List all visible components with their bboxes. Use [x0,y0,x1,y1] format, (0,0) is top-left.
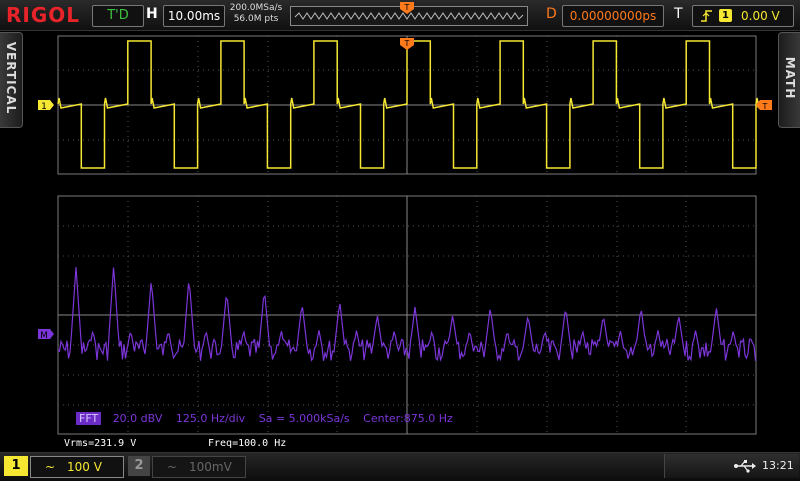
ch1-settings[interactable]: ~ 100 V [30,456,124,478]
ch1-scale: 100 V [67,460,102,474]
math-marker-label: M [40,331,48,341]
measurement-freq: Freq=100.0 Hz [208,438,287,449]
trigger-level-label: T [762,102,768,111]
fft-sample-rate: Sa = 5.000kSa/s [258,412,350,425]
trigger-position-marker[interactable]: T [400,38,414,50]
lower-grid [57,195,757,435]
ch1-offset-marker[interactable]: 1 [38,100,54,112]
clock: 13:21 [762,459,794,472]
fft-tag: FFT [76,412,102,425]
fft-center: Center:875.0 Hz [363,412,453,425]
fft-scale: 20.0 dBV [112,412,163,425]
trigger-position-label: T [404,39,410,48]
usb-icon [734,460,756,473]
fft-span: 125.0 Hz/div [175,412,246,425]
ch2-coupling: ~ [167,460,178,474]
ch2-scale: 100mV [189,460,232,474]
math-offset-marker[interactable]: M [38,329,54,341]
ch2-settings[interactable]: ~ 100mV [152,456,246,478]
ch2-button[interactable]: 2 [128,456,150,476]
measurement-vrms: Vrms=231.9 V [64,438,137,449]
ch1-coupling: ~ [45,460,56,474]
scope-display[interactable]: 1 M T T [0,0,800,452]
ch1-marker-label: 1 [41,102,47,112]
ch1-button[interactable]: 1 [4,456,28,476]
fft-parameters: FFT 20.0 dBV 125.0 Hz/div Sa = 5.000kSa/… [76,412,463,425]
